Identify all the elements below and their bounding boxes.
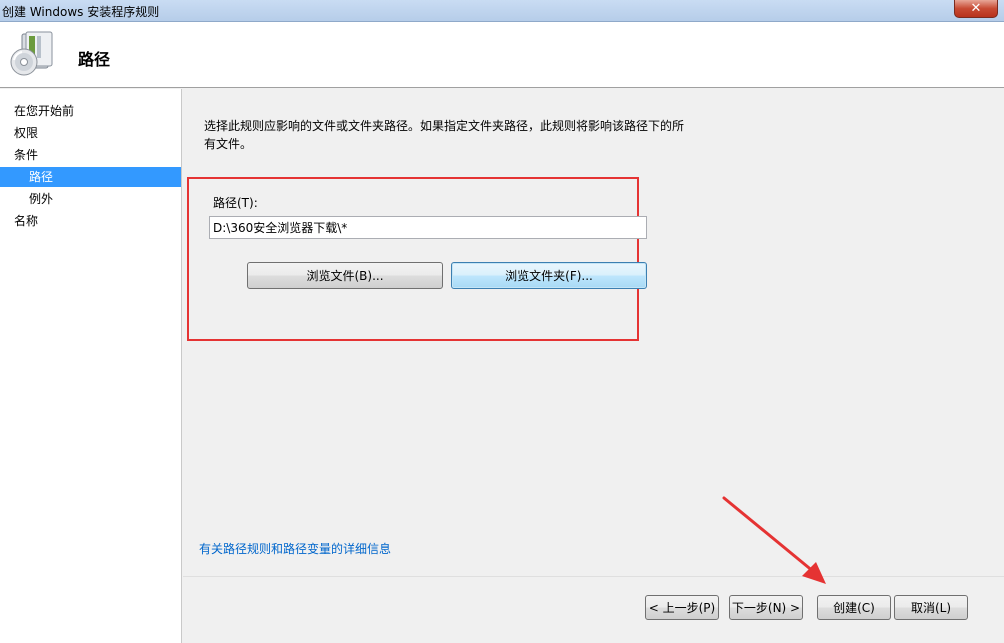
description-line: 选择此规则应影响的文件或文件夹路径。如果指定文件夹路径，此规则将影响该路径下的所 [204,119,685,133]
installer-package-icon [10,31,53,76]
nav-item-label: 路径 [29,170,54,184]
nav-item-name[interactable]: 名称 [0,211,181,231]
description-line: 有文件。 [204,137,253,151]
title-bar: 创建 Windows 安装程序规则 ✕ [0,0,1004,22]
wizard-content: 选择此规则应影响的文件或文件夹路径。如果指定文件夹路径，此规则将影响该路径下的所… [183,89,1004,576]
nav-item-path[interactable]: 路径 [0,167,181,187]
path-rules-help-link[interactable]: 有关路径规则和路径变量的详细信息 [199,540,391,557]
path-description: 选择此规则应影响的文件或文件夹路径。如果指定文件夹路径，此规则将影响该路径下的所… [204,117,724,153]
page-title: 路径 [78,50,111,69]
window-title: 创建 Windows 安装程序规则 [2,5,160,19]
nav-item-label: 在您开始前 [14,104,75,118]
create-button[interactable]: 创建(C) [817,595,891,620]
close-button[interactable]: ✕ [954,0,998,18]
nav-item-permissions[interactable]: 权限 [0,123,181,143]
wizard-footer: < 上一步(P) 下一步(N) > 创建(C) 取消(L) [183,576,1004,643]
nav-item-label: 条件 [14,148,39,162]
nav-item-label: 例外 [29,192,54,206]
nav-item-exceptions[interactable]: 例外 [0,189,181,209]
close-icon: ✕ [970,1,982,16]
nav-item-label: 权限 [14,126,39,140]
next-button[interactable]: 下一步(N) > [729,595,803,620]
previous-button[interactable]: < 上一步(P) [645,595,719,620]
nav-item-conditions[interactable]: 条件 [0,145,181,165]
browse-files-button[interactable]: 浏览文件(B)... [247,262,443,289]
nav-item-label: 名称 [14,214,39,228]
nav-item-before-you-begin[interactable]: 在您开始前 [0,101,181,121]
wizard-steps-nav: 在您开始前 权限 条件 路径 例外 名称 [0,89,182,643]
cancel-button[interactable]: 取消(L) [894,595,968,620]
browse-folders-button[interactable]: 浏览文件夹(F)... [451,262,647,289]
path-input[interactable] [209,216,647,239]
path-label: 路径(T): [213,196,258,210]
wizard-header: 路径 [0,22,1004,88]
